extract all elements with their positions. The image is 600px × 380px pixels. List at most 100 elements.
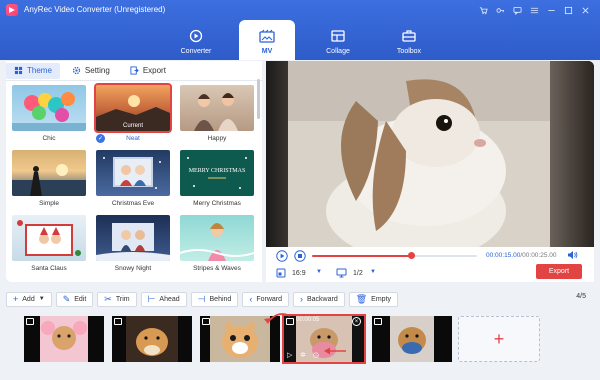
forward-button[interactable]: ‹ Forward <box>242 291 289 307</box>
theme-christmas-eve[interactable]: Christmas Eve <box>96 150 170 207</box>
theme-happy-label: Happy <box>207 135 227 142</box>
merry-christmas-overlay-text: MERRY CHRISTMAS <box>189 168 246 174</box>
theme-happy[interactable]: Happy <box>180 85 254 142</box>
theme-snowy-night[interactable]: Snowy Night <box>96 215 170 272</box>
add-button[interactable]: + Add ▼ <box>6 291 52 307</box>
current-tag: Current <box>122 123 143 129</box>
move-arrow-icon <box>324 347 346 355</box>
clip-image-icon <box>374 318 382 325</box>
theme-neat[interactable]: Current ✓ Neat <box>94 83 172 143</box>
stop-icon[interactable] <box>294 250 306 262</box>
minimize-icon[interactable] <box>543 3 560 17</box>
plus-icon: + <box>13 294 19 304</box>
behind-button[interactable]: ⊣ Behind <box>190 291 239 307</box>
tab-converter-label: Converter <box>180 48 212 55</box>
cart-icon[interactable] <box>475 3 492 17</box>
ahead-button[interactable]: ⊢ Ahead <box>140 291 187 307</box>
empty-label: Empty <box>371 295 392 303</box>
aspect-dropdown-icon[interactable]: ▼ <box>316 269 322 275</box>
theme-neat-label: Neat <box>126 135 140 142</box>
backward-label: Backward <box>307 295 338 303</box>
timeline-clip[interactable] <box>372 316 452 362</box>
maximize-icon[interactable] <box>560 3 577 17</box>
tab-converter[interactable]: Converter <box>168 20 224 60</box>
clip-play-icon[interactable]: ▷ <box>287 351 292 359</box>
play-icon[interactable] <box>276 250 288 262</box>
clip-duration: 00:00:05 <box>296 317 320 323</box>
theme-simple-thumbnail <box>12 150 86 196</box>
remove-clip-icon[interactable]: × <box>352 317 361 326</box>
close-icon[interactable] <box>577 3 594 17</box>
empty-button[interactable]: 🗑 Empty <box>348 291 399 307</box>
progress-bar[interactable] <box>312 252 477 259</box>
export-icon <box>130 66 139 75</box>
behind-label: Behind <box>209 295 232 303</box>
time-total: 00:00:25.00 <box>522 252 557 259</box>
timeline: 00:00:05 × ▷ ✲ ◷ + <box>6 310 594 376</box>
app-logo-icon <box>6 4 18 16</box>
timeline-clip[interactable] <box>24 316 104 362</box>
tab-toolbox[interactable]: Toolbox <box>381 20 437 60</box>
panel-tabs: Theme Setting Export <box>6 61 262 81</box>
player-controls: 00:00:15.00/00:00:25.00 16:9 ▼ 1/2 ▼ Exp… <box>266 247 594 282</box>
timeline-toolbar: + Add ▼ ✎ Edit ✂ Trim ⊢ Ahead ⊣ Behind ‹ Forwar… <box>6 290 594 308</box>
tab-theme[interactable]: Theme <box>6 62 60 79</box>
screen-icon <box>336 268 347 278</box>
tab-setting[interactable]: Setting <box>64 63 118 79</box>
theme-scrollbar[interactable] <box>257 79 260 119</box>
theme-snowy-night-label: Snowy Night <box>114 265 152 272</box>
tab-collage-label: Collage <box>326 48 350 55</box>
tab-mv[interactable]: MV <box>239 20 295 60</box>
screen-value[interactable]: 1/2 <box>353 270 363 277</box>
backward-button[interactable]: › Backward <box>293 291 345 307</box>
page-total: 5 <box>582 293 586 300</box>
main-nav: Converter MV Collage Toolbox <box>168 20 452 60</box>
ahead-label: Ahead <box>159 295 180 303</box>
trash-icon: 🗑 <box>355 293 368 304</box>
add-label: Add <box>22 295 35 303</box>
tab-collage[interactable]: Collage <box>310 20 366 60</box>
reorder-arrow-icon <box>264 313 291 324</box>
progress-handle[interactable] <box>407 252 415 259</box>
add-clip-slot[interactable]: + <box>458 316 540 362</box>
volume-icon[interactable] <box>567 250 578 260</box>
theme-merry-christmas[interactable]: MERRY CHRISTMAS Merry Christmas <box>180 150 254 207</box>
app-title: AnyRec Video Converter (Unregistered) <box>24 5 166 14</box>
collage-icon <box>330 28 346 44</box>
edit-button[interactable]: ✎ Edit <box>55 291 94 307</box>
timecode: 00:00:15.00/00:00:25.00 <box>486 252 557 259</box>
menu-icon[interactable] <box>526 3 543 17</box>
chat-icon[interactable] <box>509 3 526 17</box>
screen-dropdown-icon[interactable]: ▼ <box>370 269 376 275</box>
tab-export[interactable]: Export <box>122 63 174 79</box>
ahead-icon: ⊢ <box>147 293 156 304</box>
clip-effect-icon[interactable]: ✲ <box>300 351 306 359</box>
clip-clock-icon[interactable]: ◷ <box>313 351 319 359</box>
theme-stripes-waves[interactable]: Stripes & Waves <box>180 215 254 272</box>
theme-chic[interactable]: Chic <box>12 85 86 142</box>
theme-christmas-eve-thumbnail <box>96 150 170 196</box>
tab-toolbox-label: Toolbox <box>396 48 422 55</box>
add-clip-plus-icon: + <box>493 328 505 349</box>
scissors-icon: ✂ <box>104 293 112 304</box>
behind-icon: ⊣ <box>197 293 206 304</box>
theme-simple[interactable]: Simple <box>12 150 86 207</box>
theme-santa-claus-thumbnail <box>12 215 86 261</box>
timeline-clip[interactable] <box>112 316 192 362</box>
mv-icon <box>259 28 275 44</box>
theme-merry-christmas-label: Merry Christmas <box>193 200 241 207</box>
theme-merry-christmas-thumbnail: MERRY CHRISTMAS <box>180 150 254 196</box>
trim-label: Trim <box>115 295 130 303</box>
theme-icon <box>14 66 23 75</box>
export-button[interactable]: Export <box>536 264 582 279</box>
clip-image-icon <box>114 318 122 325</box>
progress-fill <box>312 255 411 257</box>
aspect-ratio-value[interactable]: 16:9 <box>292 270 306 277</box>
theme-santa-claus[interactable]: Santa Claus <box>12 215 86 272</box>
trim-button[interactable]: ✂ Trim <box>97 291 137 307</box>
theme-chic-label: Chic <box>42 135 56 142</box>
clip-image-icon <box>202 318 210 325</box>
top-header: AnyRec Video Converter (Unregistered) Co… <box>0 0 600 60</box>
key-icon[interactable] <box>492 3 509 17</box>
preview-frame <box>266 61 594 247</box>
